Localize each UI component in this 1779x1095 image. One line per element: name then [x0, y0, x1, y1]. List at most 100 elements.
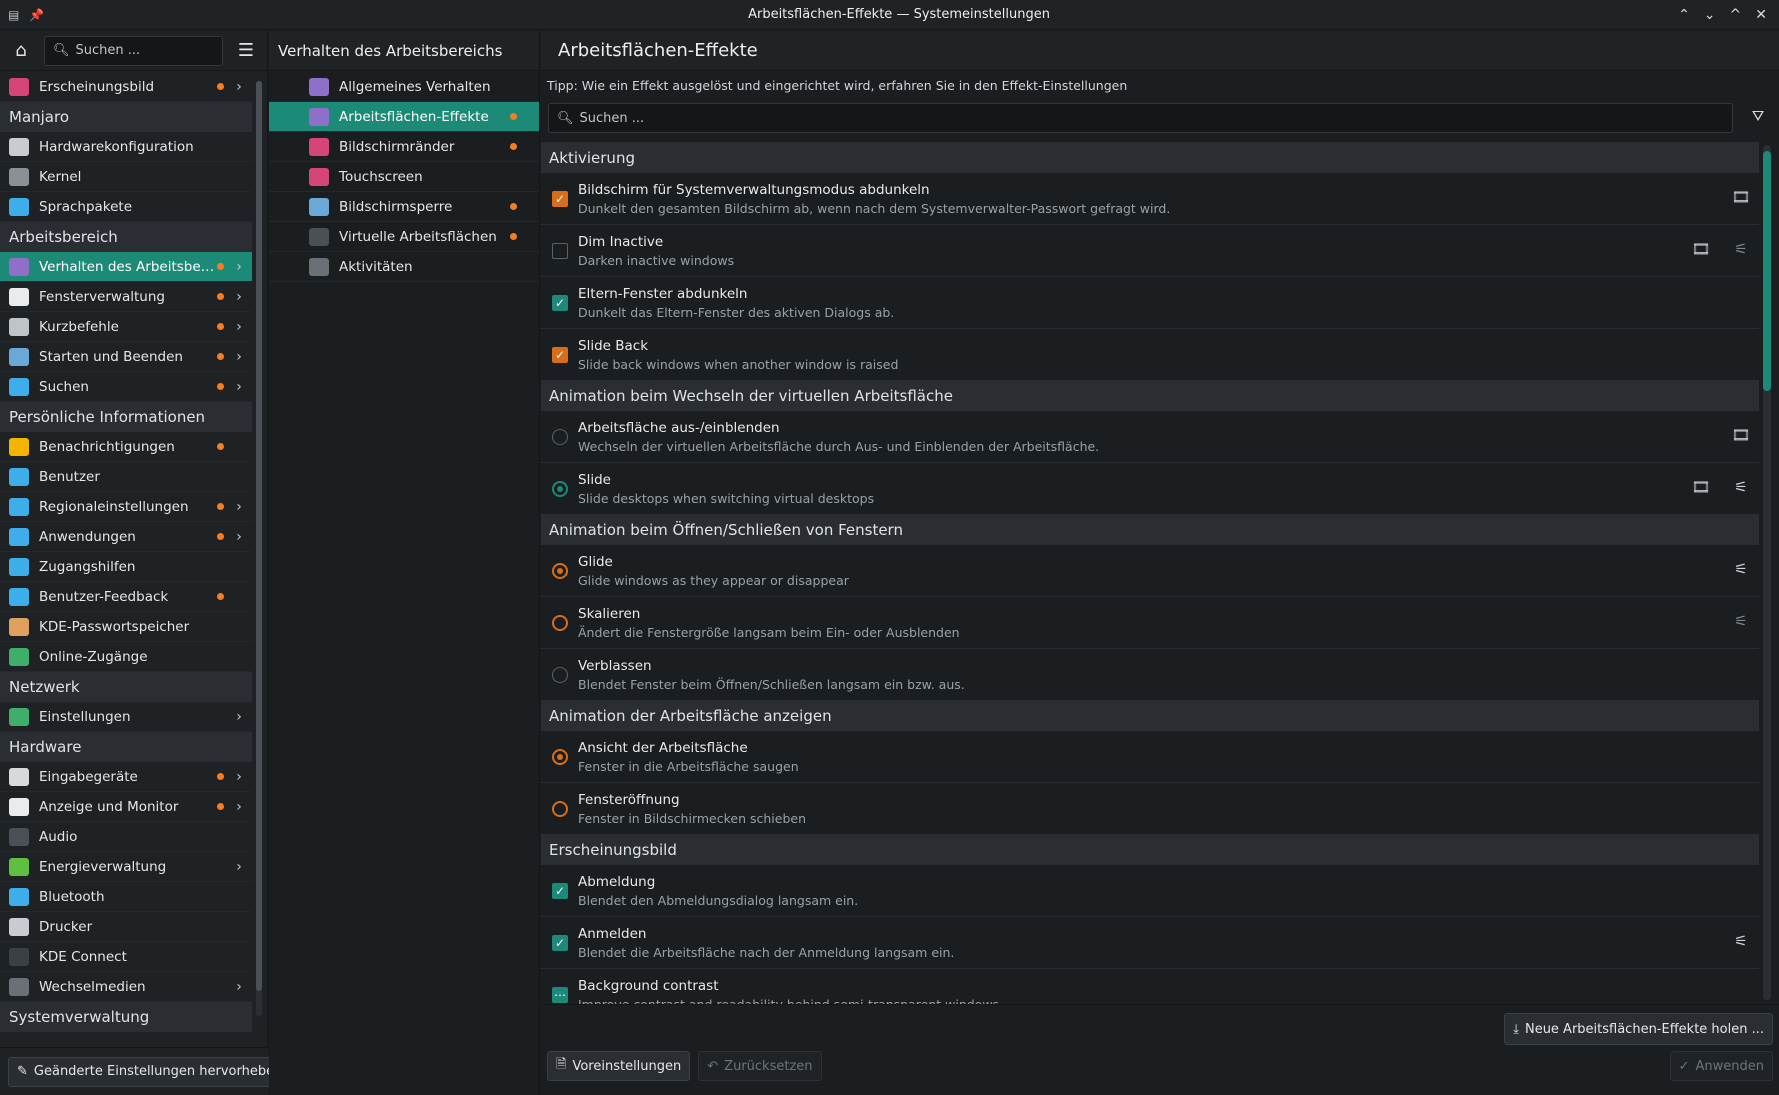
- sidebar-item-benutzer[interactable]: Benutzer: [0, 462, 252, 492]
- sidebar-item-bluetooth[interactable]: Bluetooth: [0, 882, 252, 912]
- sidebar-item-benachrichtigungen[interactable]: Benachrichtigungen: [0, 432, 252, 462]
- sidebar-item-kde-passwortspeicher[interactable]: KDE-Passwortspeicher: [0, 612, 252, 642]
- sidebar-scrollbar[interactable]: [256, 81, 262, 1016]
- configure-sliders-icon[interactable]: ⚟: [1731, 611, 1751, 631]
- get-new-effects-button[interactable]: ⤓ Neue Arbeitsflächen-Effekte holen ...: [1504, 1013, 1773, 1045]
- subcategory-item-bildschirmränder[interactable]: Bildschirmränder: [269, 132, 539, 162]
- sidebar-item-fensterverwaltung[interactable]: Fensterverwaltung ›: [0, 282, 252, 312]
- effect-checkbox[interactable]: ✓: [552, 935, 568, 951]
- checkbox-box[interactable]: ✓: [552, 191, 568, 207]
- sidebar-section-header: Arbeitsbereich: [0, 222, 252, 252]
- sidebar-item-energieverwaltung[interactable]: Energieverwaltung ›: [0, 852, 252, 882]
- sidebar-item-einstellungen[interactable]: Einstellungen ›: [0, 702, 252, 732]
- effect-radio-button[interactable]: [552, 667, 568, 683]
- reset-button[interactable]: ↶ Zurücksetzen: [698, 1051, 822, 1081]
- changed-indicator-dot: [217, 83, 224, 90]
- sidebar-item-sprachpakete[interactable]: Sprachpakete: [0, 192, 252, 222]
- subcategory-item-aktivitäten[interactable]: Aktivitäten: [269, 252, 539, 282]
- effects-scrollbar[interactable]: [1763, 145, 1771, 1000]
- configure-sliders-icon[interactable]: ⚟: [1731, 931, 1751, 951]
- apply-button[interactable]: ✓ Anwenden: [1669, 1051, 1773, 1081]
- effect-text: Eltern-Fenster abdunkeln Dunkelt das Elte…: [578, 277, 894, 320]
- effects-search-input[interactable]: 🔍︎ Suchen ...: [548, 103, 1733, 133]
- radio-circle[interactable]: [552, 429, 568, 445]
- sidebar-item-anwendungen[interactable]: Anwendungen ›: [0, 522, 252, 552]
- checkbox-box[interactable]: ✓: [552, 347, 568, 363]
- close-icon[interactable]: ✕: [1755, 7, 1767, 23]
- subcategory-item-touchscreen[interactable]: Touchscreen: [269, 162, 539, 192]
- effect-row-bildschirm-für-systemverwaltungsmodus-abdunkeln: ✓ Bildschirm für Systemverwaltungsmodus a…: [541, 173, 1759, 225]
- category-icon: [9, 797, 29, 816]
- checkbox-box[interactable]: ⋯: [552, 987, 568, 1003]
- effect-radio-button[interactable]: [552, 481, 568, 497]
- home-icon[interactable]: ⌂: [8, 38, 34, 64]
- effects-scrollbar-thumb[interactable]: [1763, 151, 1771, 391]
- video-preview-icon[interactable]: 🎞︎: [1691, 239, 1711, 259]
- video-preview-icon[interactable]: 🎞︎: [1691, 477, 1711, 497]
- tip-text: Tipp: Wie ein Effekt ausgelöst und einge…: [547, 78, 1128, 93]
- subcategory-item-arbeitsflächen-effekte[interactable]: Arbeitsflächen-Effekte: [269, 102, 539, 132]
- sidebar-search-input[interactable]: 🔍︎ Suchen ...: [44, 35, 223, 66]
- effect-radio-button[interactable]: [552, 563, 568, 579]
- subcategory-item-allgemeines-verhalten[interactable]: Allgemeines Verhalten: [269, 72, 539, 102]
- effect-checkbox[interactable]: [552, 243, 568, 259]
- checkbox-box[interactable]: ✓: [552, 935, 568, 951]
- sidebar-item-kurzbefehle[interactable]: Kurzbefehle ›: [0, 312, 252, 342]
- sidebar-scrollbar-thumb[interactable]: [256, 81, 262, 991]
- app-menu-icon[interactable]: ▤: [8, 8, 19, 22]
- radio-circle[interactable]: [552, 801, 568, 817]
- radio-circle[interactable]: [552, 563, 568, 579]
- sidebar-item-regionaleinstellungen[interactable]: Regionaleinstellungen ›: [0, 492, 252, 522]
- radio-circle[interactable]: [552, 667, 568, 683]
- maximize-icon[interactable]: ^: [1730, 7, 1742, 23]
- pin-icon[interactable]: 📌: [29, 8, 44, 22]
- checkbox-box[interactable]: ✓: [552, 883, 568, 899]
- sidebar-item-wechselmedien[interactable]: Wechselmedien ›: [0, 972, 252, 1002]
- sidebar-item-verhalten-des-arbeitsber[interactable]: Verhalten des Arbeitsber... ›: [0, 252, 252, 282]
- sidebar-item-benutzer-feedback[interactable]: Benutzer-Feedback: [0, 582, 252, 612]
- effect-checkbox[interactable]: ✓: [552, 883, 568, 899]
- subcategory-icon: [309, 167, 329, 186]
- sidebar-item-audio[interactable]: Audio: [0, 822, 252, 852]
- sidebar-item-kernel[interactable]: Kernel: [0, 162, 252, 192]
- configure-sliders-icon[interactable]: ⚟: [1731, 239, 1751, 259]
- effect-radio-button[interactable]: [552, 615, 568, 631]
- sidebar-item-hardwarekonfiguration[interactable]: Hardwarekonfiguration: [0, 132, 252, 162]
- effect-radio-button[interactable]: [552, 801, 568, 817]
- video-preview-icon[interactable]: 🎞︎: [1731, 425, 1751, 445]
- defaults-button[interactable]: 🗎 Voreinstellungen: [547, 1051, 691, 1081]
- sidebar-item-kde-connect[interactable]: KDE Connect: [0, 942, 252, 972]
- effect-checkbox[interactable]: ✓: [552, 191, 568, 207]
- sidebar-item-zugangshilfen[interactable]: Zugangshilfen: [0, 552, 252, 582]
- sidebar-item-eingabegeräte[interactable]: Eingabegeräte ›: [0, 762, 252, 792]
- effect-checkbox[interactable]: ⋯: [552, 987, 568, 1003]
- sidebar-item-drucker[interactable]: Drucker: [0, 912, 252, 942]
- sidebar-item-starten-und-beenden[interactable]: Starten und Beenden ›: [0, 342, 252, 372]
- filter-icon[interactable]: ⛛: [1747, 107, 1769, 129]
- sidebar-item-label: Benachrichtigungen: [39, 438, 175, 455]
- video-preview-icon[interactable]: 🎞︎: [1731, 187, 1751, 207]
- checkbox-box[interactable]: ✓: [552, 295, 568, 311]
- radio-circle[interactable]: [552, 615, 568, 631]
- sidebar-item-erscheinungsbild[interactable]: Erscheinungsbild ›: [0, 72, 252, 102]
- checkbox-box[interactable]: [552, 243, 568, 259]
- sidebar-item-über-dieses-system[interactable]: Über dieses System: [0, 1032, 252, 1037]
- effect-radio-button[interactable]: [552, 429, 568, 445]
- effect-radio-button[interactable]: [552, 749, 568, 765]
- radio-circle[interactable]: [552, 749, 568, 765]
- subcategory-item-virtuelle-arbeitsflächen[interactable]: Virtuelle Arbeitsflächen: [269, 222, 539, 252]
- hamburger-menu-icon[interactable]: ☰: [233, 38, 259, 64]
- sidebar-item-online-zugänge[interactable]: Online-Zugänge: [0, 642, 252, 672]
- effect-checkbox[interactable]: ✓: [552, 347, 568, 363]
- minimize-icon[interactable]: ⌄: [1704, 7, 1716, 23]
- subcategory-item-label: Allgemeines Verhalten: [339, 78, 491, 95]
- configure-sliders-icon[interactable]: ⚟: [1731, 559, 1751, 579]
- sidebar-item-suchen[interactable]: Suchen ›: [0, 372, 252, 402]
- subcategory-item-bildschirmsperre[interactable]: Bildschirmsperre: [269, 192, 539, 222]
- sidebar-item-anzeige-und-monitor[interactable]: Anzeige und Monitor ›: [0, 792, 252, 822]
- configure-sliders-icon[interactable]: ⚟: [1731, 477, 1751, 497]
- effect-checkbox[interactable]: ✓: [552, 295, 568, 311]
- radio-circle[interactable]: [552, 481, 568, 497]
- keep-above-icon[interactable]: ⌃: [1678, 7, 1690, 23]
- highlight-changed-settings-button[interactable]: ✎ Geänderte Einstellungen hervorheben: [8, 1056, 292, 1087]
